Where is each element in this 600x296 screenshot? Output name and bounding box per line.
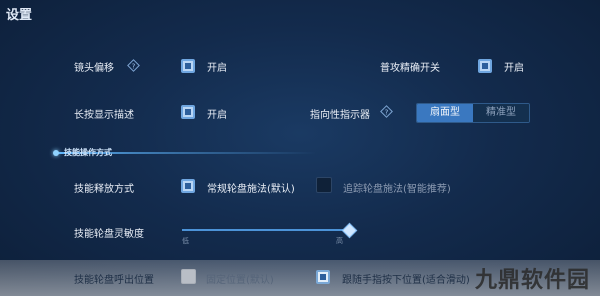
normal-attack-precision-checkbox[interactable] (478, 59, 492, 73)
svg-text:?: ? (132, 62, 136, 70)
skill-section-header: 技能操作方式 (53, 148, 316, 158)
camera-offset-option-label: 开启 (207, 63, 227, 74)
sensitivity-low-label: 低 (182, 237, 189, 245)
long-press-description-checkbox[interactable] (181, 105, 195, 119)
page-title: 设置 (6, 8, 33, 23)
wheel-sensitivity-label: 技能轮盘灵敏度 (74, 229, 144, 240)
wheel-position-follow-label: 跟随手指按下位置(适合滑动) (342, 275, 470, 286)
long-press-description-option-label: 开启 (207, 110, 227, 121)
camera-offset-label: 镜头偏移 (74, 63, 114, 74)
wheel-position-follow-checkbox[interactable] (316, 270, 330, 284)
sensitivity-high-label: 高 (336, 237, 343, 245)
normal-attack-precision-label: 普攻精确开关 (380, 63, 440, 74)
question-diamond-icon[interactable]: ? (127, 59, 140, 72)
wheel-position-fixed-checkbox[interactable] (181, 269, 196, 284)
long-press-description-label: 长按显示描述 (74, 110, 134, 121)
directional-indicator-segmented-control: 扇面型 精准型 (416, 103, 530, 123)
sensitivity-slider-track[interactable] (182, 229, 348, 231)
question-diamond-icon[interactable]: ? (380, 105, 393, 118)
release-mode-tracking-label: 追踪轮盘施法(智能推荐) (343, 184, 451, 195)
release-mode-default-checkbox[interactable] (181, 179, 195, 193)
sensitivity-slider-handle[interactable] (341, 222, 358, 239)
normal-attack-precision-option-label: 开启 (504, 63, 524, 74)
skill-section-title: 技能操作方式 (64, 148, 112, 157)
release-mode-tracking-checkbox[interactable] (316, 177, 332, 193)
section-glow-dot (53, 150, 59, 156)
segment-precise[interactable]: 精准型 (473, 104, 529, 122)
camera-offset-checkbox[interactable] (181, 59, 195, 73)
segment-fan-shape[interactable]: 扇面型 (417, 104, 473, 122)
wheel-position-fixed-label: 固定位置(默认) (206, 275, 274, 286)
site-watermark: 九鼎软件园 (474, 268, 590, 293)
svg-text:?: ? (385, 108, 389, 116)
directional-indicator-label: 指向性指示器 (310, 110, 370, 121)
release-mode-label: 技能释放方式 (74, 184, 134, 195)
wheel-position-label: 技能轮盘呼出位置 (74, 275, 154, 286)
release-mode-default-label: 常规轮盘施法(默认) (207, 184, 295, 195)
